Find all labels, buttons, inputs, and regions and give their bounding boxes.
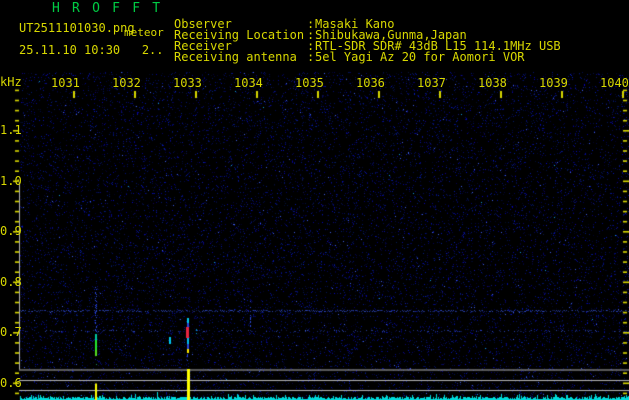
freq-axis-unit: kHz — [0, 75, 22, 89]
freq-axis-label: 0.6 — [0, 375, 22, 390]
hrofft-window: H R O F F T UT2511101030.png meteor 25.1… — [0, 0, 629, 400]
antenna-value: 5el Yagi Az 20 for Aomori VOR — [315, 50, 525, 64]
time-axis-label: 1040 — [600, 76, 629, 90]
antenna-label: Receiving antenna — [174, 50, 297, 64]
separator: : — [307, 50, 315, 64]
time-axis-label: 1035 — [295, 76, 324, 90]
freq-axis-label: 1.1 — [0, 123, 22, 137]
info-row-antenna: Receiving antenna:5el Yagi Az 20 for Aom… — [0, 39, 629, 63]
time-axis-label: 1036 — [356, 76, 385, 90]
time-axis-label: 1034 — [234, 76, 263, 90]
time-axis-label: 1032 — [112, 76, 141, 90]
freq-axis-label: 1.0 — [0, 173, 22, 188]
time-axis-label: 1031 — [51, 76, 80, 90]
freq-axis-label: 0.8 — [0, 274, 22, 289]
time-axis-label: 1039 — [539, 76, 568, 90]
time-axis-label: 1037 — [417, 76, 446, 90]
time-axis-label: 1038 — [478, 76, 507, 90]
freq-axis-label: 0.7 — [0, 325, 22, 339]
time-axis-label: 1033 — [173, 76, 202, 90]
freq-axis-label: 0.9 — [0, 224, 22, 238]
